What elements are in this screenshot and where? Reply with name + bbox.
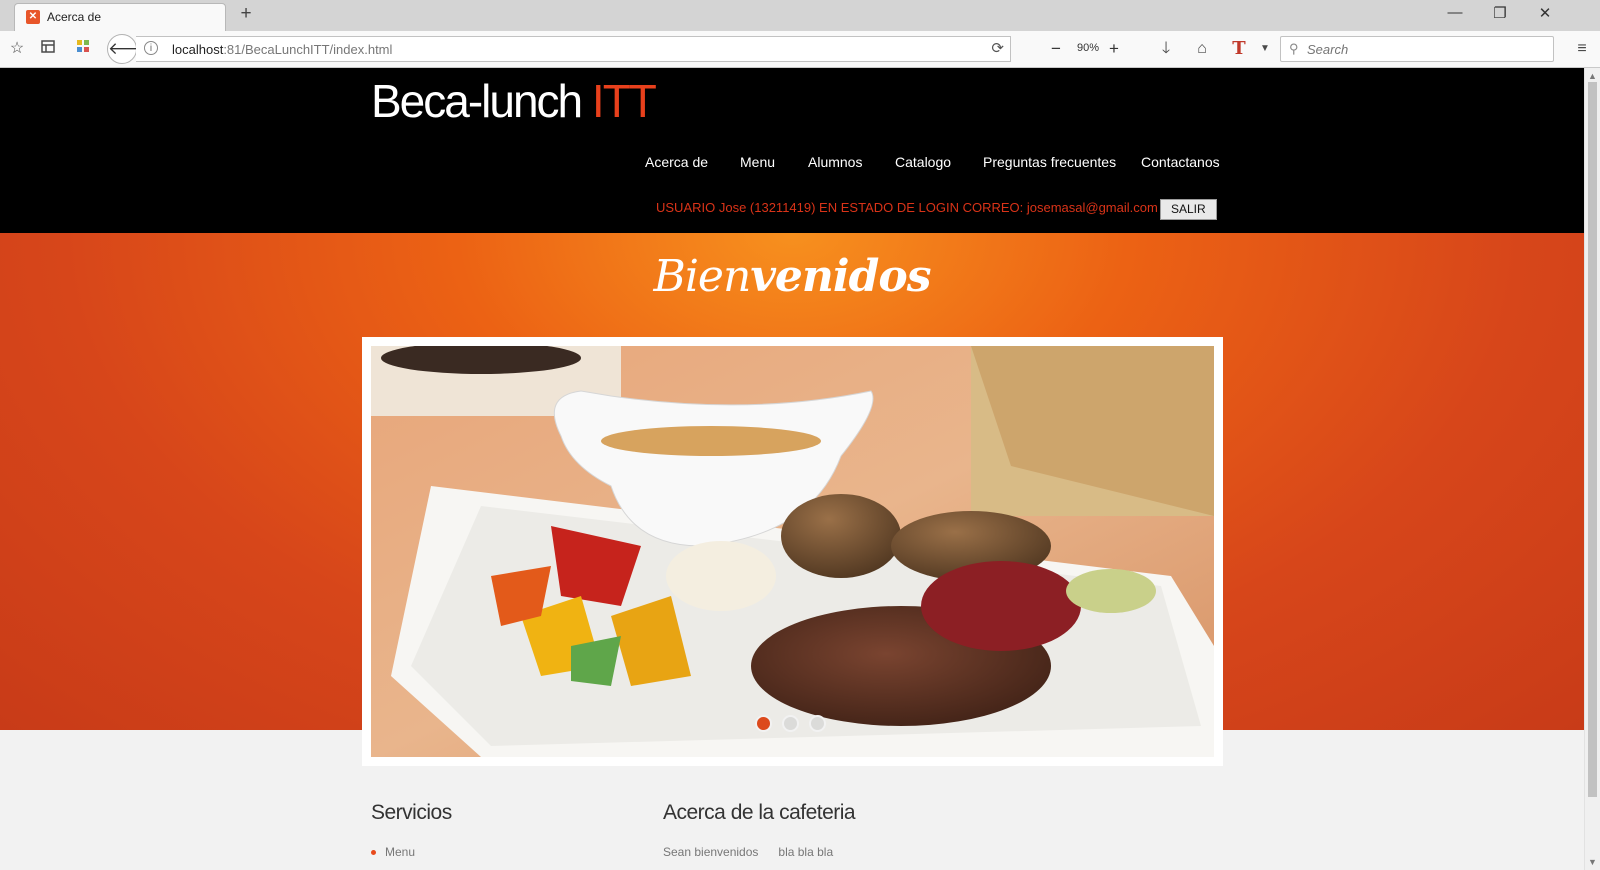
- close-window-button[interactable]: ✕: [1533, 4, 1557, 22]
- hamburger-menu-icon[interactable]: ≡: [1571, 38, 1593, 60]
- slider-dot-1[interactable]: [755, 715, 772, 732]
- new-tab-button[interactable]: +: [236, 3, 256, 25]
- scroll-up-icon[interactable]: ▲: [1588, 71, 1597, 81]
- minimize-button[interactable]: —: [1443, 4, 1467, 21]
- welcome-heading: Bienvenidos: [653, 251, 932, 302]
- site-header: Beca-lunch ITT Acerca de Menu Alumnos Ca…: [0, 68, 1584, 233]
- food-plate-image: [371, 346, 1214, 757]
- address-bar[interactable]: i localhost:81/BecaLunchITT/index.html ⟳: [136, 36, 1011, 62]
- slider-dot-3[interactable]: [809, 715, 826, 732]
- scroll-down-icon[interactable]: ▼: [1588, 857, 1597, 867]
- browser-toolbar: ☆ 🡐 i localhost:81/BecaLunchITT/index.ht…: [0, 31, 1600, 68]
- site-info-icon[interactable]: i: [144, 41, 158, 55]
- page-viewport: Beca-lunch ITT Acerca de Menu Alumnos Ca…: [0, 68, 1584, 870]
- page-scrollbar[interactable]: ▲ ▼: [1584, 68, 1600, 870]
- site-logo[interactable]: Beca-lunch ITT: [371, 74, 657, 128]
- url-text[interactable]: localhost:81/BecaLunchITT/index.html: [172, 42, 392, 57]
- nav-item-faq[interactable]: Preguntas frecuentes: [983, 154, 1116, 170]
- nav-item-catalogo[interactable]: Catalogo: [895, 154, 951, 170]
- zoom-level[interactable]: 90%: [1077, 42, 1099, 54]
- bullet-icon: [371, 850, 376, 856]
- xampp-favicon-icon: ✕: [26, 10, 40, 24]
- search-box[interactable]: ⚲: [1280, 36, 1554, 62]
- restore-button[interactable]: ❐: [1488, 4, 1512, 22]
- back-button[interactable]: 🡐: [107, 34, 154, 64]
- search-input[interactable]: [1307, 41, 1537, 57]
- logout-button[interactable]: SALIR: [1160, 199, 1217, 220]
- reload-icon[interactable]: ⟳: [991, 39, 1004, 57]
- zoom-controls: − 90% +: [1043, 36, 1123, 62]
- scrollbar-thumb[interactable]: [1588, 82, 1597, 797]
- nav-item-acerca[interactable]: Acerca de: [645, 154, 708, 170]
- slider-image: [371, 346, 1214, 757]
- zoom-out-button[interactable]: −: [1043, 36, 1069, 62]
- library-icon[interactable]: [37, 38, 59, 60]
- login-status: USUARIO Jose (13211419) EN ESTADO DE LOG…: [656, 200, 1158, 215]
- search-icon: ⚲: [1289, 41, 1299, 56]
- services-heading: Servicios: [371, 801, 452, 824]
- tab-title: Acerca de: [47, 10, 102, 24]
- browser-tab-active[interactable]: ✕ Acerca de: [14, 3, 226, 31]
- slider-dot-2[interactable]: [782, 715, 799, 732]
- browser-tab-strip: ✕ Acerca de + — ❐ ✕: [0, 0, 1600, 31]
- apps-grid-icon[interactable]: [72, 38, 94, 60]
- extension-dropdown-icon[interactable]: ▼: [1254, 38, 1276, 60]
- zoom-in-button[interactable]: +: [1101, 36, 1127, 62]
- services-item[interactable]: Menu: [371, 845, 415, 859]
- translate-extension-icon[interactable]: T: [1228, 38, 1250, 60]
- about-text: Sean bienvenidos bla bla bla: [663, 845, 834, 859]
- nav-item-alumnos[interactable]: Alumnos: [808, 154, 862, 170]
- about-heading: Acerca de la cafeteria: [663, 801, 856, 824]
- nav-item-contacto[interactable]: Contactanos: [1141, 154, 1220, 170]
- home-icon[interactable]: ⌂: [1191, 38, 1213, 60]
- nav-item-menu[interactable]: Menu: [740, 154, 775, 170]
- downloads-icon[interactable]: 🡓: [1155, 38, 1177, 60]
- bookmark-star-icon[interactable]: ☆: [6, 38, 28, 60]
